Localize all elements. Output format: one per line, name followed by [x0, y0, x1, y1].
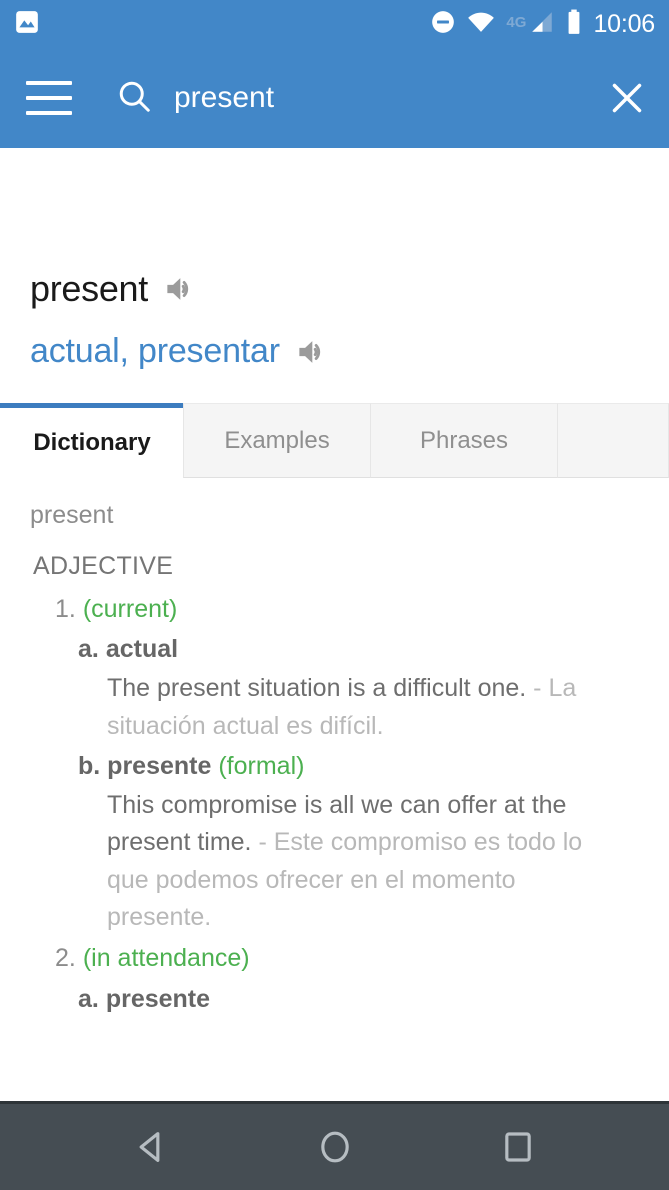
home-circle-icon[interactable] — [292, 1104, 378, 1190]
translation-row: actual, presentar — [0, 310, 669, 371]
definition-headword: present — [30, 501, 114, 529]
tab-bar: Dictionary Examples Phrases — [0, 403, 669, 478]
tab-dictionary[interactable]: Dictionary — [0, 403, 184, 478]
sense-number: 2. — [55, 943, 76, 972]
example-separator: - — [526, 674, 549, 702]
back-triangle-icon[interactable] — [109, 1104, 195, 1190]
dictionary-panel: present ADJECTIVE 1. (current) a. actual… — [0, 478, 669, 1018]
close-icon[interactable] — [607, 78, 647, 118]
tab-phrases-label: Phrases — [419, 426, 509, 454]
subsense-letter: b. — [78, 752, 101, 780]
status-bar: 4G 10:06 — [0, 0, 669, 48]
sense-label: (in attendance) — [82, 943, 250, 972]
tab-examples-label: Examples — [224, 426, 330, 454]
translation-text[interactable]: actual, presentar — [30, 332, 280, 371]
wifi-icon — [467, 10, 495, 39]
tab-dictionary-label: Dictionary — [33, 429, 151, 456]
network-type-label: 4G — [506, 13, 527, 31]
example-separator: - — [251, 828, 274, 857]
battery-icon — [566, 9, 582, 40]
subsense: a. actual — [0, 630, 669, 669]
signal-icon — [529, 10, 555, 39]
subsense-letter: a. — [78, 984, 99, 1013]
headword: present — [30, 268, 148, 309]
search-icon[interactable] — [116, 78, 152, 119]
speaker-icon[interactable] — [164, 274, 198, 304]
tab-overflow[interactable] — [557, 403, 669, 478]
subsense: b. presente (formal) — [0, 747, 669, 786]
content-area: present actual, presentar Dictionary Exa… — [0, 148, 669, 1101]
status-bar-notifications — [14, 9, 40, 40]
subsense-term[interactable]: presente — [107, 752, 211, 780]
sense: 1. (current) — [0, 590, 669, 629]
sense: 2. (in attendance) — [0, 939, 669, 978]
app-bar: present — [0, 48, 669, 148]
subsense-register: (formal) — [218, 752, 305, 780]
search-input[interactable]: present — [174, 81, 274, 115]
photo-icon — [14, 9, 40, 40]
subsense-letter: a. — [78, 635, 99, 664]
speaker-icon[interactable] — [296, 337, 330, 367]
headword-row: present — [0, 148, 669, 310]
subsense-term[interactable]: presente — [106, 985, 210, 1013]
sense-label: (current) — [82, 594, 178, 623]
subsense-term[interactable]: actual — [106, 635, 178, 663]
tab-examples[interactable]: Examples — [183, 403, 371, 478]
example-sentence: This compromise is all we can offer at t… — [0, 787, 669, 937]
system-navigation-bar — [0, 1104, 669, 1190]
do-not-disturb-icon — [430, 9, 456, 40]
tab-phrases[interactable]: Phrases — [370, 403, 558, 478]
part-of-speech: ADJECTIVE — [33, 551, 174, 580]
sense-number: 1. — [55, 594, 76, 623]
example-sentence: The present situation is a difficult one… — [0, 670, 669, 745]
status-bar-clock: 10:06 — [593, 9, 655, 38]
hamburger-menu-icon[interactable] — [26, 81, 72, 115]
subsense: a. presente — [0, 980, 669, 1019]
example-english: The present situation is a difficult one… — [107, 674, 527, 702]
search-field[interactable]: present — [116, 78, 607, 119]
status-bar-icons: 4G 10:06 — [430, 9, 655, 40]
recents-square-icon[interactable] — [475, 1104, 561, 1190]
